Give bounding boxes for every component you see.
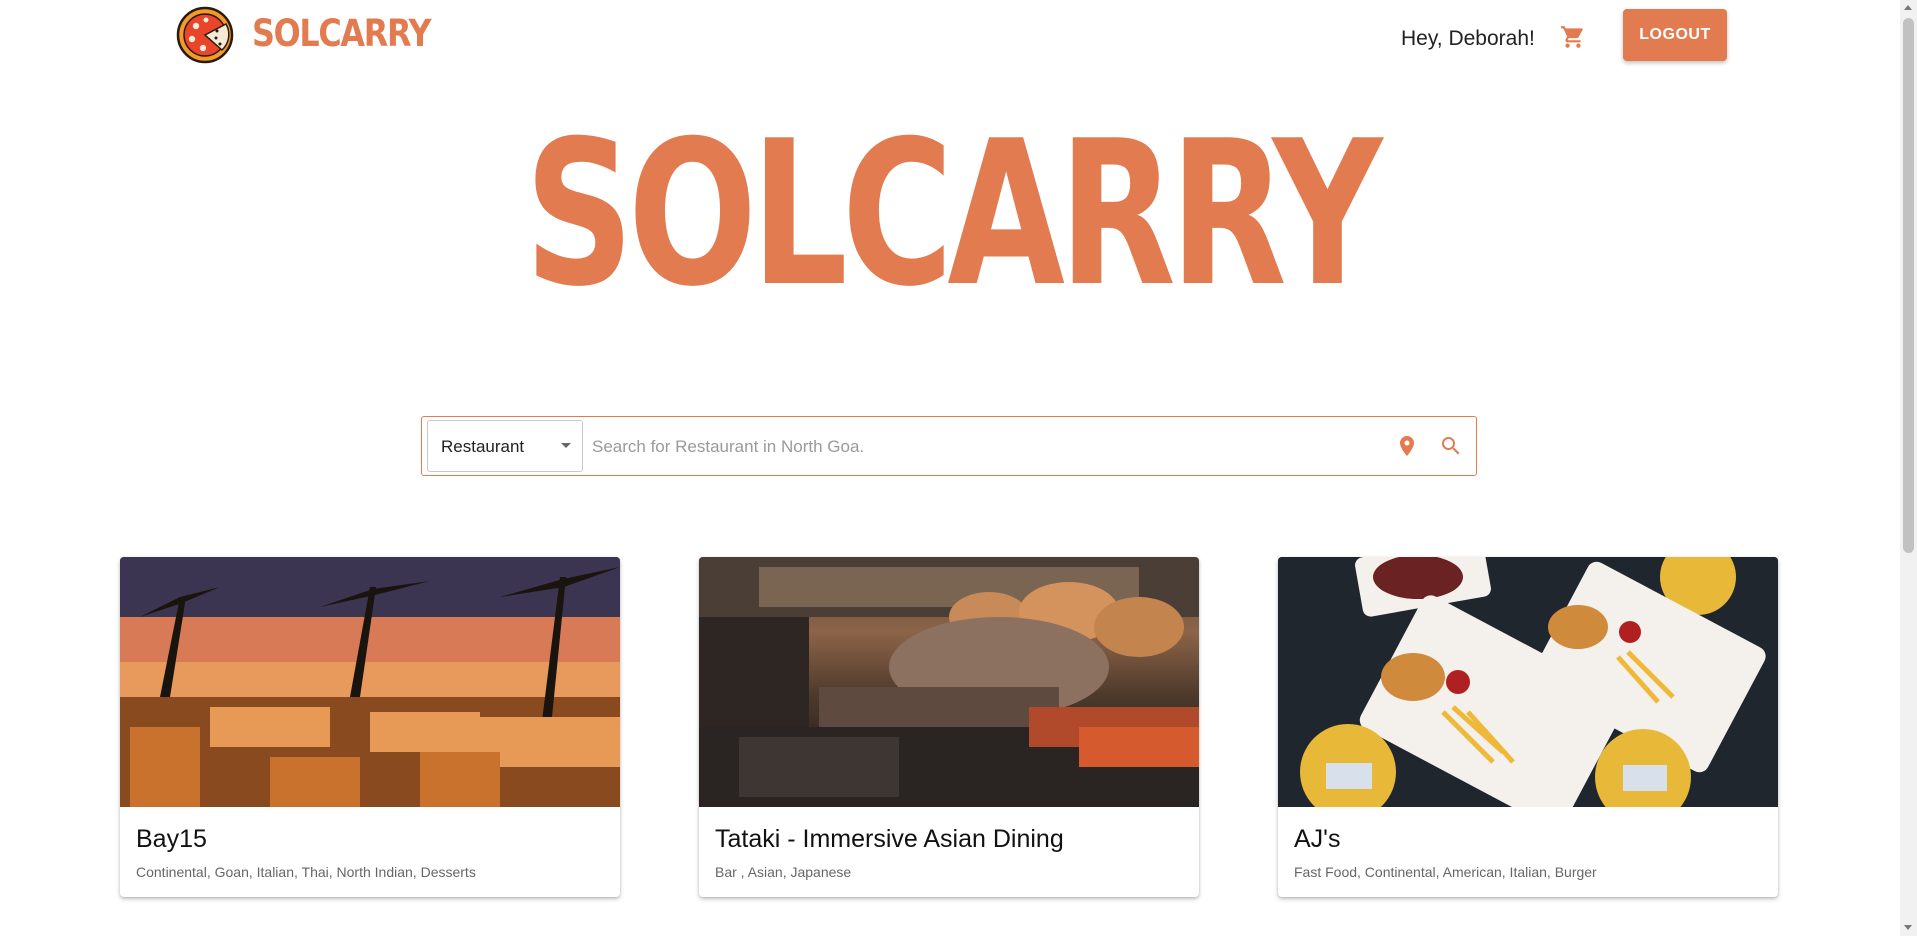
restaurant-name: Bay15 (136, 825, 207, 853)
scrollbar-thumb[interactable] (1903, 18, 1914, 553)
hero-banner: SOLCARRY (0, 100, 1900, 330)
search-button[interactable] (1439, 434, 1463, 458)
cart-button[interactable] (1560, 24, 1586, 50)
page: SOLCARRY Hey, Deborah! LOGOUT SOLCARRY R… (0, 0, 1917, 936)
user-greeting: Hey, Deborah! (1401, 27, 1535, 50)
restaurant-image (1278, 557, 1778, 807)
search-type-select[interactable]: Restaurant (427, 420, 583, 472)
logout-button[interactable]: LOGOUT (1623, 9, 1727, 61)
vertical-scrollbar[interactable] (1900, 0, 1917, 936)
location-pin-icon (1400, 436, 1414, 456)
restaurant-cuisines: Continental, Goan, Italian, Thai, North … (136, 864, 476, 880)
search-bar: Restaurant (421, 416, 1477, 476)
chevron-down-icon (561, 443, 571, 448)
restaurant-name: Tataki - Immersive Asian Dining (715, 825, 1064, 853)
restaurant-name: AJ's (1294, 825, 1341, 853)
brand-name[interactable]: SOLCARRY (252, 12, 431, 55)
restaurant-cuisines: Fast Food, Continental, American, Italia… (1294, 864, 1597, 880)
search-icon (1442, 437, 1460, 455)
cart-icon (1561, 26, 1583, 48)
restaurant-cuisines: Bar , Asian, Japanese (715, 864, 852, 880)
restaurant-image (120, 557, 620, 807)
restaurant-image (699, 557, 1199, 807)
restaurant-card[interactable]: Tataki - Immersive Asian Dining Bar , As… (699, 557, 1199, 897)
location-button[interactable] (1395, 434, 1419, 458)
hero-title: SOLCARRY (524, 98, 1382, 331)
scroll-down-arrow-icon[interactable] (1904, 925, 1912, 930)
search-type-value: Restaurant (441, 437, 525, 456)
pizza-logo-icon[interactable] (176, 6, 234, 64)
top-header: SOLCARRY Hey, Deborah! LOGOUT (0, 0, 1900, 72)
scroll-up-arrow-icon[interactable] (1904, 5, 1912, 10)
search-input[interactable] (590, 427, 1384, 467)
restaurant-card[interactable]: AJ's Fast Food, Continental, American, I… (1278, 557, 1778, 897)
restaurant-card[interactable]: Bay15 Continental, Goan, Italian, Thai, … (120, 557, 620, 897)
